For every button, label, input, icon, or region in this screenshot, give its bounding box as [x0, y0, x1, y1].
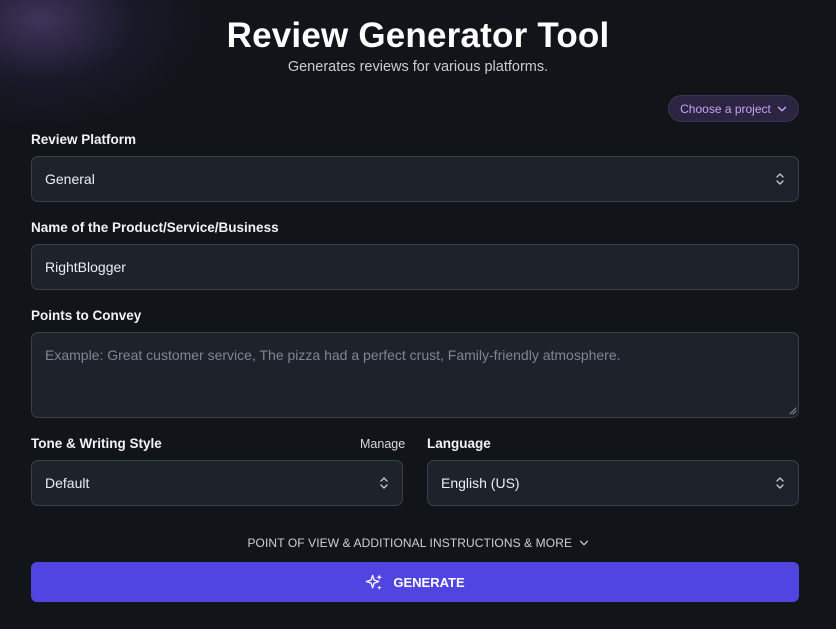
chevron-down-icon [579, 540, 588, 546]
review-generator-page: Review Generator Tool Generates reviews … [0, 0, 836, 629]
more-options-label: POINT OF VIEW & ADDITIONAL INSTRUCTIONS … [247, 535, 573, 550]
language-value: English (US) [441, 475, 520, 491]
tone-style-select[interactable]: Default [31, 460, 403, 506]
page-subtitle: Generates reviews for various platforms. [287, 59, 549, 75]
resize-grip-icon[interactable] [788, 406, 797, 415]
review-platform-value: General [45, 171, 95, 187]
choose-project-button[interactable]: Choose a project [668, 95, 799, 122]
updown-chevron-icon [380, 477, 388, 489]
updown-chevron-icon [776, 173, 784, 185]
points-to-convey-textarea[interactable] [31, 332, 799, 418]
tone-style-label: Tone & Writing Style [31, 436, 162, 451]
language-label: Language [427, 436, 491, 451]
review-platform-select[interactable]: General [31, 156, 799, 202]
manage-tones-link[interactable]: Manage [360, 437, 405, 451]
points-to-convey-label: Points to Convey [31, 308, 142, 323]
language-select[interactable]: English (US) [427, 460, 799, 506]
page-title: Review Generator Tool [226, 16, 610, 55]
more-options-toggle[interactable]: POINT OF VIEW & ADDITIONAL INSTRUCTIONS … [0, 535, 836, 550]
product-name-value: RightBlogger [45, 259, 126, 275]
updown-chevron-icon [776, 477, 784, 489]
generate-label: GENERATE [393, 574, 465, 590]
review-platform-label: Review Platform [31, 132, 137, 147]
product-name-input[interactable]: RightBlogger [31, 244, 799, 290]
chevron-down-icon [777, 106, 787, 111]
choose-project-label: Choose a project [680, 101, 771, 116]
generate-button[interactable]: GENERATE [31, 562, 799, 602]
sparkles-icon [366, 573, 383, 590]
product-name-label: Name of the Product/Service/Business [31, 220, 279, 235]
tone-style-value: Default [45, 475, 90, 491]
